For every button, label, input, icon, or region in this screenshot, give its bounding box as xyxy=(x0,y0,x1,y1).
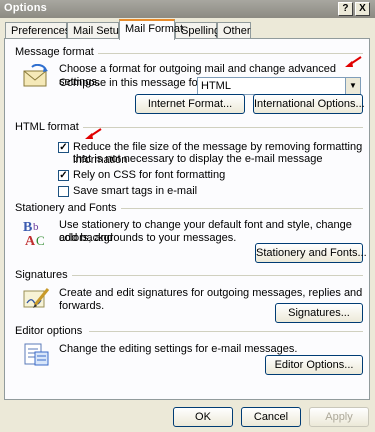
signatures-title: Signatures xyxy=(15,269,72,281)
editor-document-icon xyxy=(21,341,51,371)
rely-on-css-label: Rely on CSS for font formatting xyxy=(73,169,226,181)
tab-preferences[interactable]: Preferences xyxy=(5,22,70,39)
close-button[interactable]: X xyxy=(355,2,370,16)
signatures-button[interactable]: Signatures... xyxy=(275,303,363,323)
red-arrow-icon xyxy=(85,128,102,139)
envelope-icon xyxy=(22,63,52,94)
international-options-button[interactable]: International Options... xyxy=(253,94,365,114)
section-divider xyxy=(81,127,363,128)
title-bar: Options ? X xyxy=(0,0,375,18)
internet-format-button[interactable]: Internet Format... xyxy=(135,94,245,114)
html-format-title: HTML format xyxy=(15,121,83,133)
apply-button[interactable]: Apply xyxy=(309,407,369,427)
section-divider xyxy=(121,208,363,209)
section-divider xyxy=(69,275,363,276)
svg-text:b: b xyxy=(33,221,39,233)
save-smart-tags-label: Save smart tags in e-mail xyxy=(73,185,198,197)
compose-format-select[interactable]: HTML ▼ xyxy=(197,77,361,95)
reduce-file-size-checkbox[interactable]: ✓ xyxy=(58,142,69,153)
window-title: Options xyxy=(4,2,47,14)
editor-options-title: Editor options xyxy=(15,325,87,337)
help-button[interactable]: ? xyxy=(338,2,353,16)
fonts-icon: B b A C xyxy=(21,217,51,249)
chevron-down-icon[interactable]: ▼ xyxy=(345,78,360,94)
svg-text:C: C xyxy=(36,233,45,247)
section-divider xyxy=(89,331,363,332)
cancel-button[interactable]: Cancel xyxy=(241,407,301,427)
stationery-description-2: add backgrounds to your messages. xyxy=(59,232,237,244)
svg-text:B: B xyxy=(23,220,32,235)
mail-format-panel: Message format Choose a format for outgo… xyxy=(4,38,370,400)
rely-on-css-checkbox[interactable]: ✓ xyxy=(58,170,69,181)
stationery-title: Stationery and Fonts xyxy=(15,202,121,214)
tab-mail-setup[interactable]: Mail Setup xyxy=(67,22,125,39)
save-smart-tags-checkbox[interactable] xyxy=(58,186,69,197)
message-format-title: Message format xyxy=(15,46,98,58)
stationery-fonts-button[interactable]: Stationery and Fonts... xyxy=(255,243,367,263)
compose-format-value: HTML xyxy=(201,80,231,92)
reduce-file-size-label-cont: that is not necessary to display the e-m… xyxy=(73,153,323,165)
red-arrow-icon xyxy=(345,56,362,67)
editor-options-button[interactable]: Editor Options... xyxy=(265,355,363,375)
signature-pen-icon xyxy=(21,285,51,315)
tab-mail-format[interactable]: Mail Format xyxy=(119,19,183,40)
ok-button[interactable]: OK xyxy=(173,407,233,427)
section-divider xyxy=(97,53,363,54)
editor-options-description: Change the editing settings for e-mail m… xyxy=(59,343,298,355)
tab-other[interactable]: Other xyxy=(217,22,251,39)
svg-text:A: A xyxy=(25,234,36,247)
